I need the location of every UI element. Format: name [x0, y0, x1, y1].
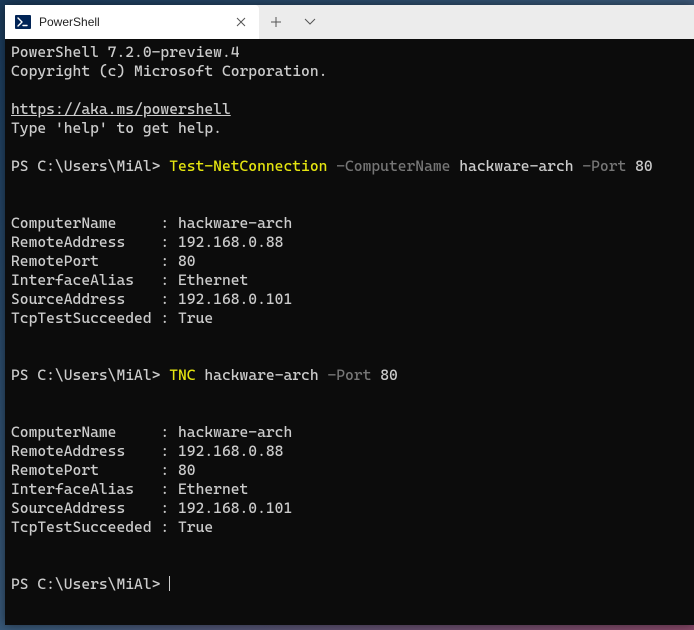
- out2-l4: InterfaceAlias : Ethernet: [11, 480, 248, 498]
- prompt-2: PS C:\Users\MiAl>: [11, 366, 169, 384]
- banner-url[interactable]: https://aka.ms/powershell: [11, 100, 231, 118]
- out2-l3: RemotePort : 80: [11, 461, 196, 479]
- out1-l1: ComputerName : hackware-arch: [11, 214, 292, 232]
- terminal-output[interactable]: PowerShell 7.2.0-preview.4 Copyright (c)…: [5, 39, 694, 625]
- titlebar: PowerShell: [5, 5, 694, 39]
- out2-l2: RemoteAddress : 192.168.0.88: [11, 442, 283, 460]
- tab-dropdown-button[interactable]: [293, 5, 327, 39]
- cmd1-val1: hackware-arch: [459, 157, 573, 175]
- out2-l1: ComputerName : hackware-arch: [11, 423, 292, 441]
- cmd1-flag1: -ComputerName: [336, 157, 450, 175]
- cmd1-flag2: -Port: [582, 157, 626, 175]
- out1-l6: TcpTestSucceeded : True: [11, 309, 213, 327]
- cmd2-name: TNC: [169, 366, 195, 384]
- prompt-1: PS C:\Users\MiAl>: [11, 157, 169, 175]
- cmd2-val2: 80: [380, 366, 398, 384]
- cursor: [169, 576, 170, 591]
- tab-title: PowerShell: [39, 15, 225, 29]
- cmd2-val1: hackware-arch: [204, 366, 318, 384]
- out1-l5: SourceAddress : 192.168.0.101: [11, 290, 292, 308]
- cmd1-name: Test-NetConnection: [169, 157, 327, 175]
- close-tab-button[interactable]: [233, 14, 249, 30]
- out1-l4: InterfaceAlias : Ethernet: [11, 271, 248, 289]
- banner-version: PowerShell 7.2.0-preview.4: [11, 43, 240, 61]
- new-tab-button[interactable]: [259, 5, 293, 39]
- banner-help: Type 'help' to get help.: [11, 119, 222, 137]
- terminal-window: PowerShell PowerShell 7.2.0-preview.4 Co…: [5, 5, 694, 625]
- banner-copyright: Copyright (c) Microsoft Corporation.: [11, 62, 327, 80]
- cmd2-flag2: -Port: [327, 366, 371, 384]
- out2-l5: SourceAddress : 192.168.0.101: [11, 499, 292, 517]
- out1-l3: RemotePort : 80: [11, 252, 196, 270]
- out1-l2: RemoteAddress : 192.168.0.88: [11, 233, 283, 251]
- tab-powershell[interactable]: PowerShell: [5, 5, 259, 39]
- out2-l6: TcpTestSucceeded : True: [11, 518, 213, 536]
- cmd1-val2: 80: [635, 157, 653, 175]
- prompt-3: PS C:\Users\MiAl>: [11, 575, 169, 593]
- powershell-icon: [15, 14, 31, 30]
